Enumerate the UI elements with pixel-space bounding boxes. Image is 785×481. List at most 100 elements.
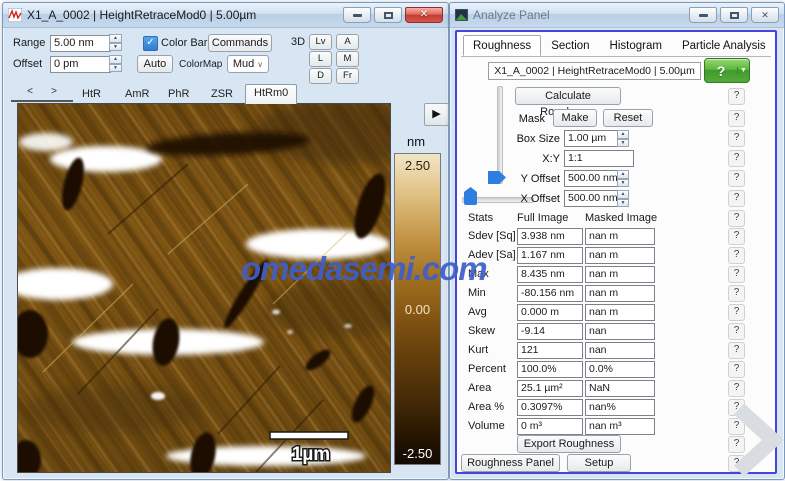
tab-htrm0[interactable]: HtRm0: [245, 84, 297, 104]
help-icon[interactable]: ?: [728, 380, 745, 397]
stat-full-value[interactable]: 25.1 µm²: [517, 380, 583, 397]
stat-masked-value[interactable]: nan m: [585, 247, 655, 264]
help-icon[interactable]: ?: [728, 228, 745, 245]
tab-particle-analysis[interactable]: Particle Analysis: [672, 35, 776, 56]
play-button[interactable]: ▶: [424, 103, 449, 126]
help-icon[interactable]: ?: [728, 455, 745, 472]
stat-full-value[interactable]: 121: [517, 342, 583, 359]
range-stepper[interactable]: ▲▼: [109, 34, 122, 51]
mask-reset-button[interactable]: Reset: [603, 109, 653, 127]
stat-masked-value[interactable]: nan: [585, 342, 655, 359]
setup-button[interactable]: Setup: [567, 454, 631, 472]
stat-masked-value[interactable]: 0.0%: [585, 361, 655, 378]
help-dropdown-icon[interactable]: ▼: [737, 67, 749, 74]
help-icon[interactable]: ?: [728, 323, 745, 340]
stat-full-value[interactable]: 0.000 m: [517, 304, 583, 321]
tab-divider: [461, 56, 771, 57]
stat-masked-value[interactable]: nan: [585, 323, 655, 340]
offset-input[interactable]: 0 pm: [50, 56, 111, 73]
offset-stepper[interactable]: ▲▼: [109, 55, 122, 72]
close-button[interactable]: ✕: [405, 7, 443, 23]
help-icon[interactable]: ?: [728, 110, 745, 127]
stat-full-value[interactable]: 3.938 nm: [517, 228, 583, 245]
tab-histogram[interactable]: Histogram: [600, 35, 672, 56]
stat-full-value[interactable]: 8.435 nm: [517, 266, 583, 283]
help-icon[interactable]: ?: [728, 418, 745, 435]
tab-prev-button[interactable]: <: [23, 86, 37, 97]
stat-full-value[interactable]: 100.0%: [517, 361, 583, 378]
colorbar-min-label: -2.50: [395, 446, 440, 461]
xy-ratio-label: X:Y: [457, 151, 560, 167]
minimize-button[interactable]: [689, 7, 717, 23]
close-button[interactable]: ✕: [751, 7, 779, 23]
help-icon[interactable]: ?: [728, 247, 745, 264]
x-offset-stepper[interactable]: ▲▼: [617, 190, 629, 207]
box-size-input[interactable]: 1.00 µm: [564, 130, 622, 147]
tab-amr[interactable]: AmR: [116, 85, 158, 104]
box-size-stepper[interactable]: ▲▼: [617, 130, 629, 147]
afm-image[interactable]: 1µm: [17, 103, 391, 473]
stat-masked-value[interactable]: nan%: [585, 399, 655, 416]
mask-make-button[interactable]: Make: [553, 109, 597, 127]
image-window-titlebar[interactable]: X1_A_0002 | HeightRetraceMod0 | 5.00µm ✕: [3, 3, 448, 28]
colorbar-checkbox[interactable]: ✓: [143, 36, 158, 51]
help-icon[interactable]: ?: [728, 399, 745, 416]
range-input[interactable]: 5.00 nm: [50, 35, 111, 52]
x-offset-input[interactable]: 500.00 nm: [564, 190, 622, 207]
l-button[interactable]: L: [309, 51, 332, 67]
stat-masked-value[interactable]: nan m: [585, 228, 655, 245]
help-icon[interactable]: ?: [728, 150, 745, 167]
minimize-button[interactable]: [343, 7, 371, 23]
colorbar-mid-label: 0.00: [395, 302, 440, 317]
fr-button[interactable]: Fr: [336, 68, 359, 84]
stat-label: Area %: [468, 400, 504, 415]
help-icon[interactable]: ?: [728, 170, 745, 187]
analyze-window-titlebar[interactable]: Analyze Panel ✕: [450, 3, 784, 28]
xy-ratio-input[interactable]: 1:1: [564, 150, 634, 167]
help-icon[interactable]: ?: [728, 190, 745, 207]
stat-label: Min: [468, 286, 486, 301]
tab-roughness[interactable]: Roughness: [463, 35, 541, 56]
y-offset-stepper[interactable]: ▲▼: [617, 170, 629, 187]
tab-zsr[interactable]: ZSR: [202, 85, 242, 104]
calculate-roughness-button[interactable]: Calculate Roughness: [515, 87, 621, 105]
help-button-green[interactable]: ? ▼: [704, 58, 750, 83]
stat-full-value[interactable]: -9.14: [517, 323, 583, 340]
commands-dropdown[interactable]: Commands ▼: [208, 34, 272, 52]
stat-masked-value[interactable]: NaN: [585, 380, 655, 397]
stat-masked-value[interactable]: nan m: [585, 304, 655, 321]
colormap-combo[interactable]: Mud ∨: [227, 55, 269, 73]
help-icon[interactable]: ?: [728, 342, 745, 359]
help-icon[interactable]: ?: [728, 285, 745, 302]
stat-full-value[interactable]: 0 m³: [517, 418, 583, 435]
y-offset-input[interactable]: 500.00 nm: [564, 170, 622, 187]
d-button[interactable]: D: [309, 68, 332, 84]
help-icon[interactable]: ?: [728, 210, 745, 227]
a-button[interactable]: A: [336, 34, 359, 50]
help-icon[interactable]: ?: [728, 266, 745, 283]
roughness-panel-button[interactable]: Roughness Panel: [461, 454, 560, 472]
maximize-button[interactable]: [720, 7, 748, 23]
help-icon[interactable]: ?: [728, 130, 745, 147]
help-icon[interactable]: ?: [728, 361, 745, 378]
3d-button[interactable]: 3D: [291, 34, 305, 51]
help-icon[interactable]: ?: [728, 304, 745, 321]
auto-button[interactable]: Auto: [137, 55, 173, 73]
maximize-button[interactable]: [374, 7, 402, 23]
stat-full-value[interactable]: 1.167 nm: [517, 247, 583, 264]
stat-masked-value[interactable]: nan m³: [585, 418, 655, 435]
m-button[interactable]: M: [336, 51, 359, 67]
tab-phr[interactable]: PhR: [159, 85, 198, 104]
stat-full-value[interactable]: 0.3097%: [517, 399, 583, 416]
help-icon[interactable]: ?: [728, 436, 745, 453]
help-icon[interactable]: ?: [728, 88, 745, 105]
tab-htr[interactable]: HtR: [73, 85, 110, 104]
export-roughness-button[interactable]: Export Roughness: [517, 435, 621, 453]
dataset-selector[interactable]: X1_A_0002 | HeightRetraceMod0 | 5.00µm: [488, 62, 701, 80]
tab-next-button[interactable]: >: [47, 86, 61, 97]
stat-masked-value[interactable]: nan m: [585, 266, 655, 283]
stat-masked-value[interactable]: nan m: [585, 285, 655, 302]
tab-section[interactable]: Section: [541, 35, 599, 56]
stat-full-value[interactable]: -80.156 nm: [517, 285, 583, 302]
lv-button[interactable]: Lv: [309, 34, 332, 50]
